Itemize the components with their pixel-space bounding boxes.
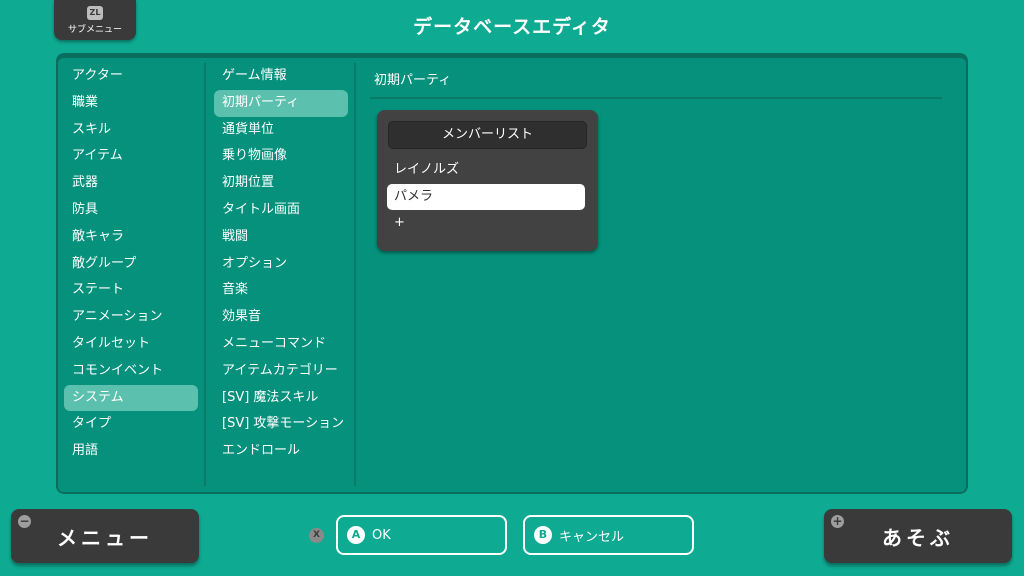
system-item[interactable]: 効果音 xyxy=(214,304,348,331)
play-button-label: あそぶ xyxy=(882,525,954,550)
cancel-button-label: キャンセル xyxy=(559,529,625,545)
category-item[interactable]: コモンイベント xyxy=(64,358,198,385)
system-item[interactable]: タイトル画面 xyxy=(214,197,348,224)
category-item[interactable]: 敵グループ xyxy=(64,251,198,278)
b-button-icon: B xyxy=(534,526,552,544)
category-item[interactable]: スキル xyxy=(64,117,198,144)
menu-button-label: メニュー xyxy=(57,525,153,550)
system-item[interactable]: 初期パーティ xyxy=(214,89,348,117)
system-item[interactable]: アイテムカテゴリー xyxy=(214,358,348,385)
category-item[interactable]: 防具 xyxy=(64,197,198,224)
ok-button[interactable]: A OK xyxy=(336,515,507,555)
member-list-box: メンバーリスト レイノルズ パメラ + xyxy=(377,110,598,251)
system-item[interactable]: エンドロール xyxy=(214,438,348,465)
category-item[interactable]: タイプ xyxy=(64,411,198,438)
system-item[interactable]: [SV] 魔法スキル xyxy=(214,385,348,412)
category-item[interactable]: アニメーション xyxy=(64,304,198,331)
x-button-icon: X xyxy=(309,528,324,543)
a-button-icon: A xyxy=(347,526,365,544)
system-item[interactable]: オプション xyxy=(214,251,348,278)
system-item[interactable]: 初期位置 xyxy=(214,170,348,197)
menu-button[interactable]: − メニュー xyxy=(11,509,199,563)
add-member-button[interactable]: + xyxy=(387,210,585,236)
category-item[interactable]: 職業 xyxy=(64,90,198,117)
member-item-reynolds[interactable]: レイノルズ xyxy=(387,157,585,183)
play-button[interactable]: + あそぶ xyxy=(824,509,1012,563)
category-item[interactable]: 武器 xyxy=(64,170,198,197)
plus-icon: + xyxy=(831,514,844,528)
system-subcategory-list: ゲーム情報 初期パーティ 通貨単位 乗り物画像 初期位置 タイトル画面 戦闘 オプション 音楽効… xyxy=(210,63,356,486)
system-item[interactable]: 戦闘 xyxy=(214,224,348,251)
system-item[interactable]: メニューコマンド xyxy=(214,331,348,358)
ok-button-label: OK xyxy=(372,527,391,543)
category-item[interactable]: アイテム xyxy=(64,143,198,170)
page-title: データベースエディタ xyxy=(413,16,611,38)
section-title: 初期パーティ xyxy=(374,73,452,88)
minus-icon: − xyxy=(18,514,31,528)
database-editor-panel: アクター 職業 スキル アイテム 武器 防具 敵キャラ 敵グループ ステート アニメーション タイル… xyxy=(56,53,968,494)
system-item[interactable]: 通貨単位 xyxy=(214,117,348,144)
system-item[interactable]: 乗り物画像 xyxy=(214,143,348,170)
member-item-pamela[interactable]: パメラ xyxy=(387,184,585,210)
category-item[interactable]: アクター xyxy=(64,63,198,90)
category-item[interactable]: 用語 xyxy=(64,438,198,465)
category-item[interactable]: ステート xyxy=(64,277,198,304)
category-item[interactable]: タイルセット xyxy=(64,331,198,358)
category-item[interactable]: システム xyxy=(64,384,198,412)
member-list-title: メンバーリスト xyxy=(388,121,587,149)
system-item[interactable]: ゲーム情報 xyxy=(214,63,348,90)
cancel-button[interactable]: B キャンセル xyxy=(523,515,694,555)
system-item[interactable]: [SV] 攻撃モーション xyxy=(214,411,348,438)
system-item[interactable]: 音楽 xyxy=(214,277,348,304)
category-item[interactable]: 敵キャラ xyxy=(64,224,198,251)
category-list: アクター 職業 スキル アイテム 武器 防具 敵キャラ 敵グループ ステート アニメーション タイル… xyxy=(64,63,206,486)
section-divider xyxy=(370,97,942,99)
